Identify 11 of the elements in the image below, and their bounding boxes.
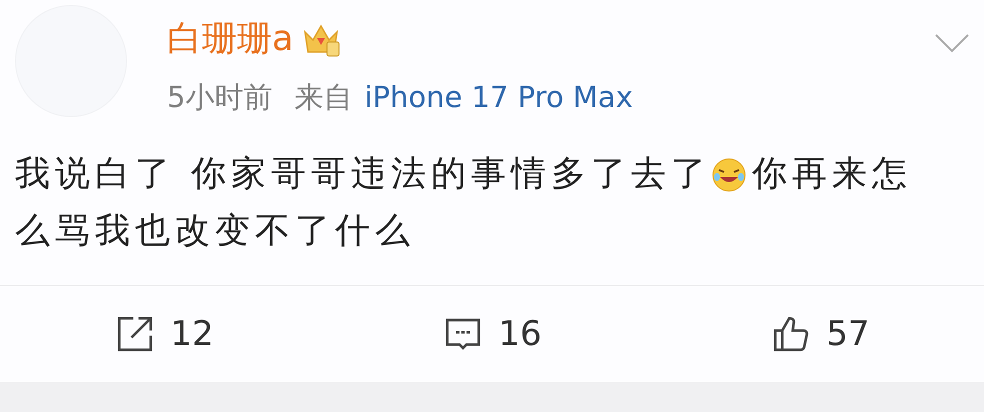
source-label: 来自 [294, 79, 352, 115]
post-text: 么骂我也改变不了什么 [15, 210, 415, 253]
chevron-down-icon[interactable] [934, 33, 970, 53]
comment-button[interactable]: 16 [328, 307, 656, 361]
laughing-emoji-icon [711, 156, 748, 192]
source-link[interactable]: iPhone 17 Pro Max [364, 79, 633, 115]
post-text: 你再来怎 [752, 153, 912, 196]
share-button[interactable]: 12 [0, 307, 328, 361]
post-text: 我说白了 你家哥哥违法的事情多了去了 [15, 153, 712, 196]
like-button[interactable]: 57 [656, 307, 984, 361]
post-time: 5小时前 [167, 79, 272, 115]
